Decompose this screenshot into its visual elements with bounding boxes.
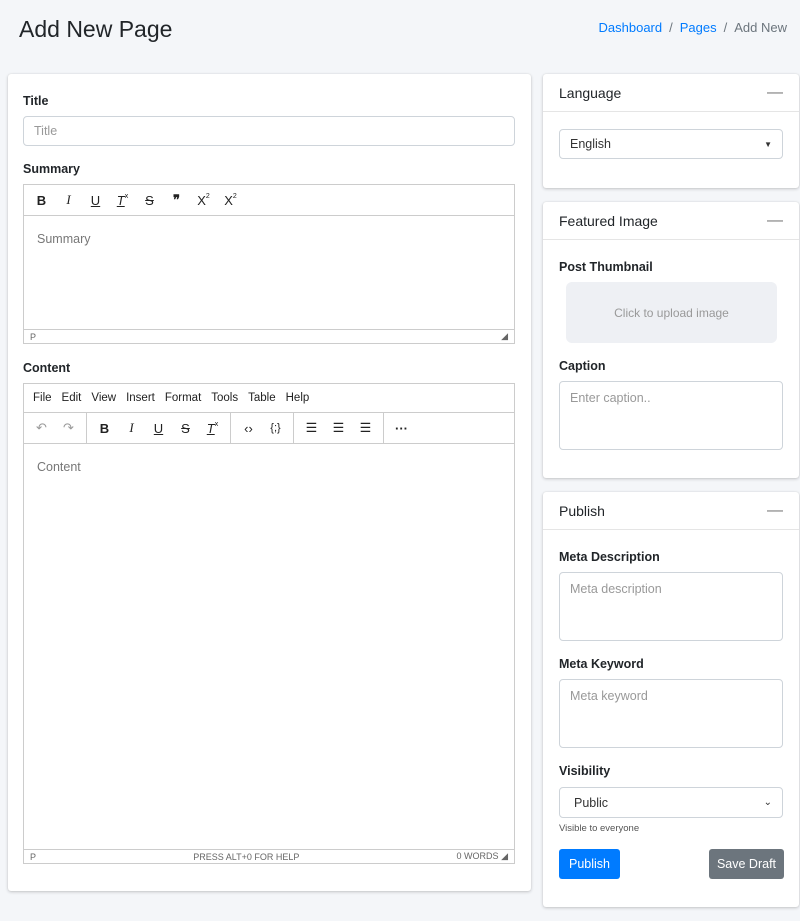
collapse-icon[interactable]: —: [767, 212, 783, 230]
align-right-icon[interactable]: ☰: [352, 420, 379, 436]
meta-description-input[interactable]: Meta description: [559, 572, 783, 641]
menu-format[interactable]: Format: [165, 392, 201, 404]
breadcrumb-pages[interactable]: Pages: [680, 20, 717, 35]
language-select[interactable]: English ▼: [559, 129, 783, 159]
meta-keyword-label: Meta Keyword: [559, 657, 644, 671]
summary-status: P ◢: [24, 329, 514, 343]
menu-edit[interactable]: Edit: [62, 392, 82, 404]
featured-image-card: Featured Image — Post Thumbnail Click to …: [543, 202, 799, 478]
breadcrumb-dashboard[interactable]: Dashboard: [599, 20, 663, 35]
content-toolbar: ↶ ↷ BIUSTx ‹› {;} ☰ ☰ ☰ ···: [24, 413, 514, 444]
resize-handle-icon[interactable]: ◢: [501, 851, 508, 861]
featured-title: Featured Image: [559, 212, 658, 229]
language-card: Language — English ▼: [543, 74, 799, 188]
clear-format-icon[interactable]: Tx: [199, 421, 226, 436]
summary-editor[interactable]: B I U Tx S ❞ X2 X2 Summary P ◢: [23, 184, 515, 344]
word-count: 0 WORDS: [456, 851, 499, 861]
menu-help[interactable]: Help: [286, 392, 310, 404]
title-input[interactable]: Title: [23, 116, 515, 146]
subscript-icon[interactable]: X2: [217, 193, 244, 208]
menu-table[interactable]: Table: [248, 392, 276, 404]
more-icon[interactable]: ···: [388, 421, 415, 436]
bold-icon[interactable]: B: [91, 421, 118, 436]
visibility-label: Visibility: [559, 764, 611, 778]
visibility-value: Public: [574, 795, 609, 810]
underline-icon[interactable]: U: [145, 421, 172, 436]
strikethrough-icon[interactable]: S: [136, 193, 163, 208]
menu-file[interactable]: File: [33, 392, 52, 404]
content-menubar: File Edit View Insert Format Tools Table…: [24, 384, 514, 413]
italic-icon[interactable]: I: [55, 192, 82, 208]
underline-icon[interactable]: U: [82, 193, 109, 208]
summary-toolbar: B I U Tx S ❞ X2 X2: [24, 185, 514, 216]
meta-keyword-input[interactable]: Meta keyword: [559, 679, 783, 748]
page-title: Add New Page: [19, 16, 173, 42]
publish-card: Publish — Meta Description Meta descripti…: [543, 492, 799, 907]
redo-icon[interactable]: ↷: [55, 420, 82, 436]
visibility-help: Visible to everyone: [559, 823, 640, 834]
code-block-icon[interactable]: {;}: [262, 422, 289, 434]
menu-view[interactable]: View: [91, 392, 116, 404]
resize-handle-icon[interactable]: ◢: [501, 331, 508, 342]
language-value: English: [570, 137, 611, 151]
undo-icon[interactable]: ↶: [28, 420, 55, 436]
thumbnail-label: Post Thumbnail: [559, 260, 653, 274]
menu-tools[interactable]: Tools: [211, 392, 238, 404]
align-center-icon[interactable]: ☰: [325, 420, 352, 436]
summary-label: Summary: [23, 162, 80, 176]
align-left-icon[interactable]: ☰: [298, 420, 325, 436]
main-card: Title Title Summary B I U Tx S ❞ X2 X2 S…: [8, 74, 531, 891]
italic-icon[interactable]: I: [118, 420, 145, 436]
status-path: P: [30, 851, 37, 862]
language-title: Language: [559, 84, 622, 101]
summary-placeholder: Summary: [37, 232, 91, 246]
blockquote-icon[interactable]: ❞: [163, 192, 190, 208]
save-draft-button[interactable]: Save Draft: [709, 849, 784, 879]
visibility-select[interactable]: Public ⌄: [559, 787, 783, 818]
publish-title: Publish: [559, 502, 605, 519]
caption-label: Caption: [559, 359, 606, 373]
content-label: Content: [23, 361, 71, 375]
bold-icon[interactable]: B: [28, 193, 55, 208]
title-label: Title: [23, 94, 49, 108]
upload-image-area[interactable]: Click to upload image: [566, 282, 777, 343]
publish-button[interactable]: Publish: [559, 849, 620, 879]
content-editor[interactable]: File Edit View Insert Format Tools Table…: [23, 383, 515, 864]
chevron-down-icon: ⌄: [763, 797, 772, 808]
code-icon[interactable]: ‹›: [235, 421, 262, 436]
status-path: P: [30, 331, 37, 342]
meta-description-label: Meta Description: [559, 550, 660, 564]
content-status: P PRESS ALT+0 FOR HELP 0 WORDS ◢: [24, 849, 514, 863]
collapse-icon[interactable]: —: [767, 84, 783, 102]
status-help: PRESS ALT+0 FOR HELP: [193, 851, 300, 862]
superscript-icon[interactable]: X2: [190, 193, 217, 208]
caption-input[interactable]: Enter caption..: [559, 381, 783, 450]
breadcrumb: Dashboard / Pages / Add New: [598, 20, 787, 35]
breadcrumb-current: Add New: [734, 20, 787, 35]
content-placeholder: Content: [37, 460, 81, 474]
strikethrough-icon[interactable]: S: [172, 421, 199, 436]
menu-insert[interactable]: Insert: [126, 392, 155, 404]
dropdown-arrow-icon: ▼: [764, 139, 772, 149]
collapse-icon[interactable]: —: [767, 502, 783, 520]
clear-format-icon[interactable]: Tx: [109, 193, 136, 208]
